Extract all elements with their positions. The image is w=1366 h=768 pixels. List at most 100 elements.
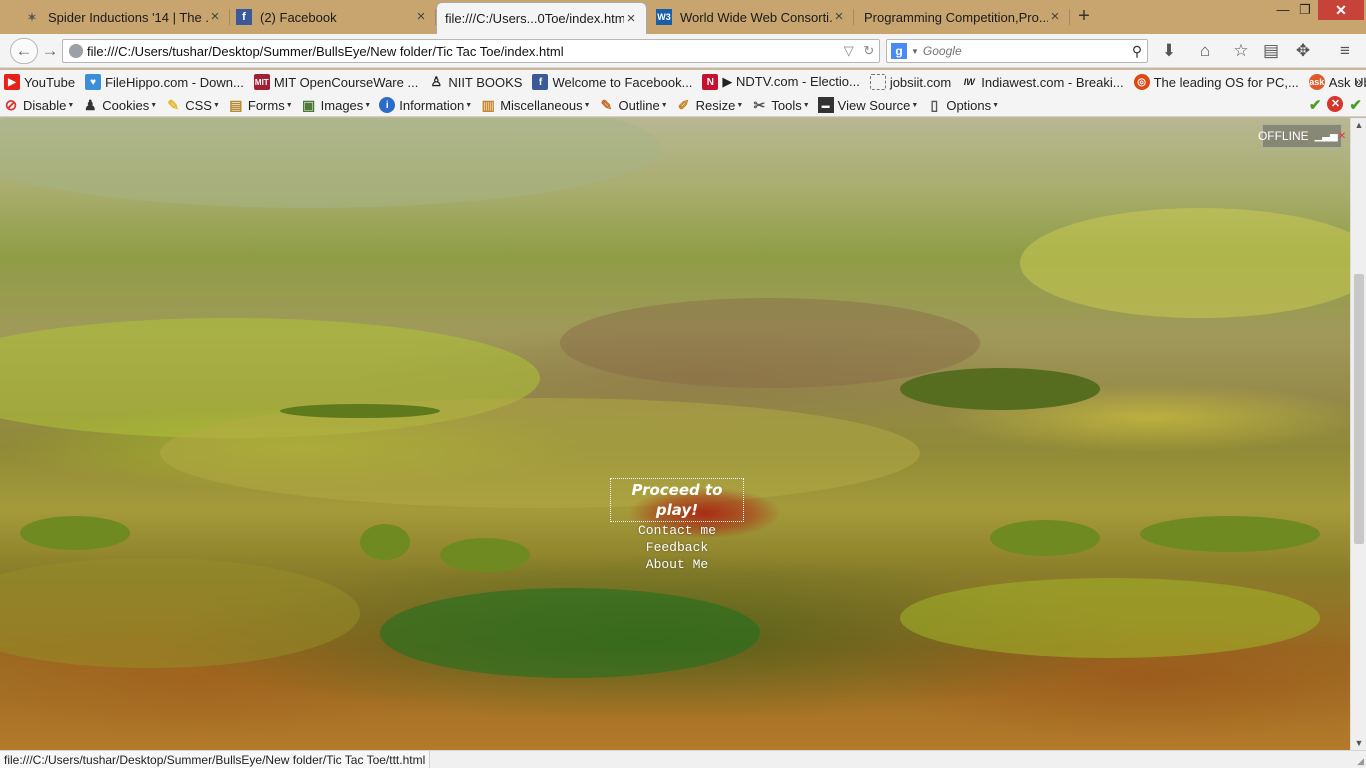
bookmark-niit-books[interactable]: ♙ NIIT BOOKS: [428, 74, 522, 90]
reload-icon[interactable]: ↻: [863, 43, 874, 59]
tab-spider-inductions[interactable]: ✶ Spider Inductions '14 | The ... ×: [16, 3, 230, 31]
scroll-up-icon[interactable]: ▲: [1351, 120, 1366, 130]
devtool-css[interactable]: ✎ CSS ▼: [165, 97, 220, 113]
search-input[interactable]: [922, 44, 1127, 58]
restore-button[interactable]: ❐: [1290, 0, 1320, 20]
hill-shape: [900, 578, 1320, 658]
devtool-cookies[interactable]: ♟ Cookies ▼: [82, 97, 157, 113]
navigation-bar: ← → file:///C:/Users/tushar/Desktop/Summ…: [0, 34, 1366, 68]
chevron-down-icon: ▼: [67, 101, 75, 109]
signal-bars-icon: ▁▃▅✕: [1314, 130, 1347, 142]
web-developer-toolbar: ⊘ Disable ▼ ♟ Cookies ▼ ✎ CSS ▼ ▤ Forms ▼ ▣ Image…: [0, 94, 1366, 117]
bookmark-facebook[interactable]: f Welcome to Facebook...: [532, 74, 692, 90]
menu-icon[interactable]: ≡: [1334, 41, 1356, 61]
close-window-button[interactable]: ✕: [1318, 0, 1364, 20]
google-icon[interactable]: g: [891, 43, 907, 59]
offline-badge: OFFLINE ▁▃▅✕: [1258, 124, 1346, 148]
mit-icon: MIT: [253, 74, 270, 90]
devtool-miscellaneous[interactable]: ▥ Miscellaneous ▼: [480, 97, 591, 113]
chevron-down-icon: ▼: [802, 101, 810, 109]
close-tab-icon[interactable]: ×: [1048, 9, 1062, 24]
w3c-icon: W3: [656, 9, 672, 25]
close-tab-icon[interactable]: ×: [832, 9, 846, 24]
devtool-view-source[interactable]: ▬ View Source ▼: [817, 97, 918, 113]
search-icon[interactable]: ⚲: [1127, 43, 1147, 60]
resize-grip-icon[interactable]: ◢: [1357, 756, 1364, 767]
page-icon: [869, 74, 886, 90]
filehippo-icon: ♥: [85, 74, 102, 90]
search-bar[interactable]: g ▼ ⚲: [886, 39, 1148, 63]
chevron-down-icon: ▼: [660, 101, 668, 109]
about-me-link[interactable]: About Me: [610, 556, 744, 573]
bookmark-youtube[interactable]: ▶ YouTube: [4, 74, 75, 90]
contact-me-link[interactable]: Contact me: [610, 522, 744, 539]
chevron-down-icon: ▼: [150, 101, 158, 109]
tab-strip: ✶ Spider Inductions '14 | The ... × f (2…: [0, 0, 1366, 34]
bookmark-filehippo[interactable]: ♥ FileHippo.com - Down...: [85, 74, 244, 90]
tab-w3c[interactable]: W3 World Wide Web Consorti... ×: [648, 3, 854, 31]
url-text[interactable]: file:///C:/Users/tushar/Desktop/Summer/B…: [87, 44, 839, 59]
disable-icon: ⊘: [4, 97, 18, 114]
tab-index-html[interactable]: file:///C:/Users...0Toe/index.html ×: [436, 2, 647, 34]
css-valid-check-icon[interactable]: ✔: [1309, 96, 1322, 114]
tree-cluster: [900, 368, 1100, 410]
devtool-outline[interactable]: ✎ Outline ▼: [599, 97, 668, 113]
devtool-options[interactable]: ▯ Options ▼: [926, 97, 999, 113]
images-icon: ▣: [302, 96, 316, 113]
new-tab-button[interactable]: +: [1072, 6, 1096, 28]
devtool-images[interactable]: ▣ Images ▼: [301, 96, 372, 113]
back-button[interactable]: ←: [10, 38, 38, 64]
hill-shape: [0, 118, 660, 208]
close-tab-icon[interactable]: ×: [414, 9, 428, 24]
facebook-icon: f: [236, 9, 252, 25]
devtool-tools[interactable]: ✂ Tools ▼: [751, 97, 809, 113]
download-icon[interactable]: ⬇: [1158, 41, 1180, 61]
chevron-down-icon: ▼: [364, 101, 372, 109]
browser-window: ✶ Spider Inductions '14 | The ... × f (2…: [0, 0, 1366, 768]
resize-icon: ✐: [677, 96, 690, 113]
js-error-icon[interactable]: ✕: [1327, 96, 1344, 112]
tree-cluster: [440, 538, 530, 572]
bookmark-jobsiit[interactable]: jobsiit.com: [869, 74, 951, 90]
cookies-icon: ♟: [84, 96, 97, 113]
ubuntu-icon: ◎: [1133, 74, 1150, 90]
facebook-icon: f: [532, 74, 549, 90]
scroll-thumb[interactable]: [1354, 274, 1364, 544]
tab-programming-competition[interactable]: Programming Competition,Pro... ×: [856, 3, 1070, 31]
reading-list-icon[interactable]: ▤: [1260, 41, 1282, 61]
globe-icon: [69, 44, 83, 58]
url-bar[interactable]: file:///C:/Users/tushar/Desktop/Summer/B…: [62, 39, 880, 63]
addon-icon[interactable]: ✥: [1292, 41, 1314, 61]
css-pencil-icon: ✎: [167, 96, 180, 113]
close-tab-icon[interactable]: ×: [208, 9, 222, 24]
html-valid-check-icon[interactable]: ✔: [1349, 96, 1362, 114]
chevron-down-icon[interactable]: ▼: [911, 47, 919, 56]
forward-button[interactable]: →: [39, 40, 61, 62]
bookmark-star-icon[interactable]: ☆: [1230, 41, 1252, 61]
devtool-resize[interactable]: ✐ Resize ▼: [676, 97, 744, 113]
chevron-down-icon: ▼: [583, 101, 591, 109]
tree-cluster: [20, 516, 130, 550]
devtool-forms[interactable]: ▤ Forms ▼: [228, 96, 292, 113]
proceed-to-play-link[interactable]: Proceed to play!: [610, 478, 744, 522]
bookmark-mit-ocw[interactable]: MIT MIT OpenCourseWare ...: [253, 74, 418, 90]
home-icon[interactable]: ⌂: [1194, 41, 1216, 61]
dropdown-arrow-icon[interactable]: ▽: [844, 43, 854, 59]
devtool-disable[interactable]: ⊘ Disable ▼: [3, 97, 75, 114]
hill-shape: [560, 298, 980, 388]
feedback-link[interactable]: Feedback: [610, 539, 744, 556]
tab-facebook[interactable]: f (2) Facebook ×: [228, 3, 436, 31]
close-tab-icon[interactable]: ×: [624, 11, 638, 26]
scroll-down-icon[interactable]: ▼: [1351, 738, 1366, 748]
main-menu: Proceed to play! Contact me Feedback Abo…: [610, 478, 744, 573]
bookmark-ndtv[interactable]: N ▶ NDTV.com - Electio...: [702, 74, 860, 90]
devtool-information[interactable]: i Information ▼: [379, 97, 472, 113]
view-source-icon: ▬: [817, 97, 834, 113]
more-bookmarks-icon[interactable]: »: [1354, 73, 1362, 89]
forms-icon: ▤: [229, 96, 243, 113]
bookmark-indiawest[interactable]: IW Indiawest.com - Breaki...: [961, 74, 1124, 90]
hill-shape: [0, 558, 360, 668]
vertical-scrollbar[interactable]: ▲ ▼: [1350, 118, 1366, 750]
spider-icon: ✶: [27, 11, 37, 24]
bookmark-ubuntu[interactable]: ◎ The leading OS for PC,...: [1133, 74, 1299, 90]
